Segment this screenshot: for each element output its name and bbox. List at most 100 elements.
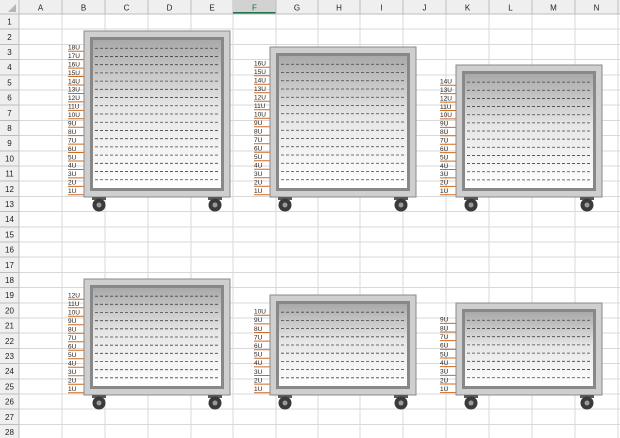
row-header-23[interactable]: 23 — [5, 352, 14, 361]
column-header-b[interactable]: B — [81, 4, 86, 13]
rack-unit-label: 10U — [254, 112, 266, 119]
rack-14u-diagram[interactable]: 14U13U12U 11U10U 9U8U 7U6U5U 4U3U 2U1U — [440, 64, 603, 212]
rack-unit-label: 6U — [440, 146, 449, 153]
rack-face — [465, 312, 593, 386]
rack-unit-label: 1U — [440, 188, 449, 195]
rack-unit-label: 4U — [68, 163, 77, 170]
rack-unit-label: 15U — [254, 69, 266, 76]
row-header-10[interactable]: 10 — [5, 154, 14, 163]
rack-unit-label: 5U — [440, 351, 449, 358]
rack-unit-label: 4U — [440, 163, 449, 170]
row-header-27[interactable]: 27 — [5, 413, 14, 422]
rack-unit-label: 10U — [68, 112, 80, 119]
rack-unit-label: 1U — [440, 386, 449, 393]
rack-unit-label: 9U — [440, 317, 449, 324]
row-header-5[interactable]: 5 — [7, 78, 12, 87]
row-header-20[interactable]: 20 — [5, 306, 14, 315]
column-header-m[interactable]: M — [550, 4, 557, 13]
row-header-16[interactable]: 16 — [5, 246, 14, 255]
row-header-12[interactable]: 12 — [5, 185, 14, 194]
row-header-8[interactable]: 8 — [7, 124, 12, 133]
rack-18u-diagram[interactable]: 18U17U16U 15U14U 13U12U 11U10U 9U8U7U 6U5U 4U3… — [68, 30, 231, 212]
row-header-24[interactable]: 24 — [5, 367, 14, 376]
row-header-1[interactable]: 1 — [7, 18, 12, 27]
row-header-11[interactable]: 11 — [5, 170, 14, 179]
rack-unit-label: 9U — [440, 121, 449, 128]
caster-hub — [282, 202, 288, 208]
rack-unit-label: 17U — [68, 53, 80, 60]
row-header-9[interactable]: 9 — [7, 139, 12, 148]
row-header-7[interactable]: 7 — [7, 109, 12, 118]
row-header-2[interactable]: 2 — [7, 33, 12, 42]
caster-hub — [212, 400, 218, 406]
rack-unit-label: 10U — [68, 310, 80, 317]
rack-unit-label: 16U — [254, 61, 266, 68]
column-header-h[interactable]: H — [336, 4, 342, 13]
rack-unit-label: 3U — [440, 171, 449, 178]
caster-hub — [96, 202, 102, 208]
column-header-g[interactable]: G — [294, 4, 300, 13]
row-header-18[interactable]: 18 — [5, 276, 14, 285]
rack-unit-label: 8U — [68, 129, 77, 136]
rack-unit-label: 4U — [440, 360, 449, 367]
rack-unit-label: 5U — [68, 352, 77, 359]
row-header-14[interactable]: 14 — [5, 215, 14, 224]
rack-unit-label: 7U — [68, 137, 77, 144]
column-header-e[interactable]: E — [209, 4, 214, 13]
rack-unit-label: 8U — [254, 326, 263, 333]
rack-unit-label: 14U — [254, 78, 266, 85]
row-header-26[interactable]: 26 — [5, 398, 14, 407]
rack-unit-label: 6U — [254, 146, 263, 153]
rack-unit-label: 8U — [440, 129, 449, 136]
rack-12u-diagram[interactable]: 12U11U 10U9U 8U7U 6U5U 4U3U 2U1U — [68, 278, 231, 410]
row-header-19[interactable]: 19 — [5, 291, 14, 300]
rack-unit-label: 3U — [68, 369, 77, 376]
rack-unit-label: 6U — [68, 146, 77, 153]
column-header-j[interactable]: J — [423, 4, 427, 13]
column-header-i[interactable]: I — [380, 4, 382, 13]
row-header-17[interactable]: 17 — [5, 261, 14, 270]
row-header-28[interactable]: 28 — [5, 428, 14, 437]
rack-unit-label: 6U — [254, 343, 263, 350]
rack-unit-label: 13U — [254, 86, 266, 93]
rack-unit-label: 9U — [254, 317, 263, 324]
rack-unit-label: 6U — [68, 344, 77, 351]
rack-unit-label: 1U — [254, 188, 263, 195]
column-header-l[interactable]: L — [508, 4, 513, 13]
rack-unit-label: 9U — [254, 120, 263, 127]
rack-16u-diagram[interactable]: 16U15U 14U13U 12U11U 10U9U 8U7U 6U5U 4U3U 2U1U — [254, 46, 417, 212]
column-header-n[interactable]: N — [594, 4, 600, 13]
rack-unit-label: 1U — [68, 188, 77, 195]
spreadsheet-canvas[interactable]: A B C D E F G H I J K L M N12345678910111213141516171… — [0, 0, 620, 438]
rack-9u-diagram[interactable]: 9U8U 7U 6U5U 4U 3U2U 1U — [440, 302, 603, 410]
column-header-d[interactable]: D — [167, 4, 173, 13]
rack-unit-label: 9U — [68, 318, 77, 325]
rack-unit-label: 12U — [254, 95, 266, 102]
column-header-a[interactable]: A — [38, 4, 44, 13]
rack-unit-label: 16U — [68, 61, 80, 68]
row-header-6[interactable]: 6 — [7, 94, 12, 103]
caster-hub — [96, 400, 102, 406]
rack-unit-label: 10U — [254, 309, 266, 316]
rack-10u-diagram[interactable]: 10U9U 8U7U 6U 5U4U 3U2U 1U — [254, 294, 417, 410]
row-header-25[interactable]: 25 — [5, 382, 14, 391]
rack-unit-label: 13U — [440, 87, 452, 94]
row-header-4[interactable]: 4 — [7, 63, 12, 72]
caster-hub — [468, 400, 474, 406]
rack-unit-label: 6U — [440, 343, 449, 350]
rack-unit-label: 7U — [68, 335, 77, 342]
rack-unit-label: 5U — [254, 154, 263, 161]
row-header-21[interactable]: 21 — [5, 322, 14, 331]
row-header-13[interactable]: 13 — [5, 200, 14, 209]
row-header-22[interactable]: 22 — [5, 337, 14, 346]
caster-hub — [212, 202, 218, 208]
column-header-f[interactable]: F — [252, 4, 257, 13]
rack-unit-label: 7U — [440, 138, 449, 145]
row-header-3[interactable]: 3 — [7, 48, 12, 57]
rack-unit-label: 14U — [440, 79, 452, 86]
column-header-c[interactable]: C — [124, 4, 130, 13]
row-header-15[interactable]: 15 — [5, 230, 14, 239]
rack-unit-label: 2U — [68, 180, 77, 187]
caster-hub — [468, 202, 474, 208]
column-header-k[interactable]: K — [465, 4, 471, 13]
